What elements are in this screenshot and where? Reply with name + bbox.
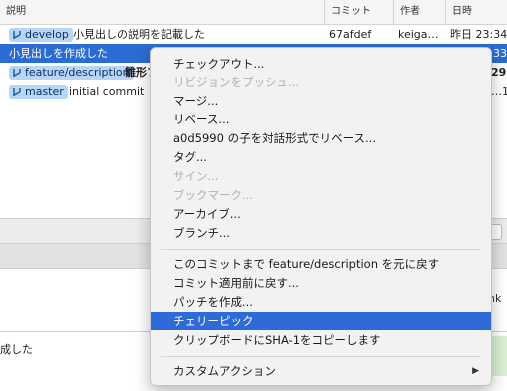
menu-item-copy-sha1[interactable]: クリップボードにSHA-1をコピーします — [151, 331, 491, 349]
commit-author: keiga… — [398, 28, 439, 41]
menu-item-rebase[interactable]: リベース... — [151, 110, 491, 128]
menu-item-checkout[interactable]: チェックアウト... — [151, 55, 491, 73]
branch-icon — [13, 88, 21, 96]
diff-pane-text: 成した — [0, 343, 33, 356]
menu-item-interactive-rebase[interactable]: a0d5990 の子を対話形式でリベース... — [151, 129, 491, 147]
context-menu: チェックアウト... リビジョンをプッシュ... マージ... リベース... … — [150, 47, 492, 386]
menu-item-label: カスタムアクション — [173, 364, 276, 378]
branch-tag-develop[interactable]: develop — [9, 28, 73, 42]
menu-item-custom-actions[interactable]: カスタムアクション ▶ — [151, 362, 491, 380]
branch-icon — [13, 31, 21, 39]
branch-label: feature/description — [25, 66, 130, 79]
branch-tag-feature-description[interactable]: feature/description — [9, 66, 134, 80]
commit-message: initial commit — [69, 85, 145, 98]
menu-item-bookmark: ブックマーク... — [173, 188, 253, 202]
table-header: 説明 コミット 作者 日時 — [0, 0, 507, 25]
submenu-arrow-icon: ▶ — [472, 366, 479, 376]
commit-date: …1 — [491, 85, 507, 98]
commit-message: 小見出しを作成した — [9, 47, 108, 60]
column-header-author[interactable]: 作者 — [393, 0, 445, 24]
menu-item-branch[interactable]: ブランチ... — [151, 224, 491, 242]
menu-item-reverse-commit[interactable]: コミット適用前に戻す... — [151, 274, 491, 292]
branch-tag-master[interactable]: master — [9, 85, 68, 99]
menu-item-tag[interactable]: タグ... — [151, 148, 491, 166]
commit-message: 小見出しの説明を記載した — [73, 28, 205, 41]
commit-date: 33 — [493, 47, 507, 60]
commit-hash: 67afdef — [329, 28, 372, 41]
commit-date: 昨日 23:34 — [450, 28, 507, 41]
menu-separator — [161, 249, 481, 250]
menu-item-push-revision: リビジョンをプッシュ... — [173, 75, 299, 89]
menu-item-reset-to-commit[interactable]: このコミットまで feature/description を元に戻す — [151, 255, 491, 273]
table-row[interactable]: develop 小見出しの説明を記載した 67afdef keiga… 昨日 2… — [0, 25, 507, 44]
menu-item-create-patch[interactable]: パッチを作成... — [151, 293, 491, 311]
menu-item-merge[interactable]: マージ... — [151, 92, 491, 110]
column-header-description[interactable]: 説明 — [0, 0, 324, 24]
commit-date: 29 — [491, 66, 507, 79]
branch-label: master — [25, 85, 64, 98]
column-header-date[interactable]: 日時 — [445, 0, 507, 24]
menu-item-sign: サイン... — [173, 169, 219, 183]
menu-item-cherry-pick[interactable]: チェリーピック — [151, 312, 491, 330]
menu-separator — [161, 356, 481, 357]
column-header-commit[interactable]: コミット — [324, 0, 393, 24]
branch-label: develop — [25, 28, 69, 41]
branch-icon — [13, 69, 21, 77]
menu-item-archive[interactable]: アーカイブ... — [151, 205, 491, 223]
